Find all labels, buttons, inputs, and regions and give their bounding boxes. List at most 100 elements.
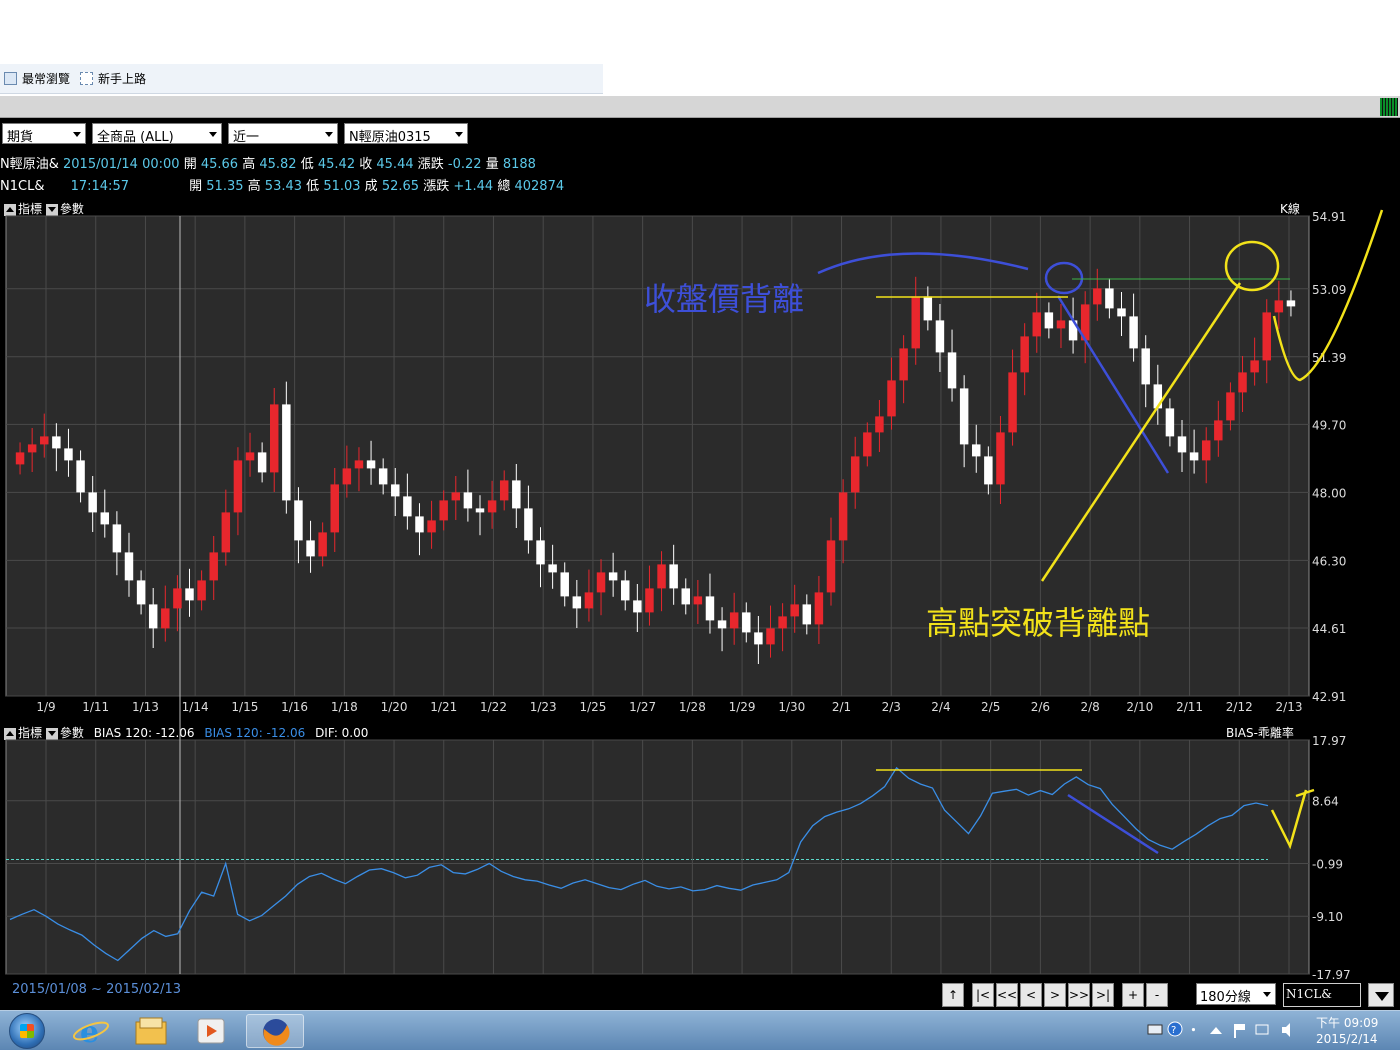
candle-body [112, 524, 122, 553]
tray-icons: ? ∙ [1147, 1021, 1290, 1038]
taskbar-ie[interactable]: e [66, 1014, 116, 1050]
main-ytick-label: 46.30 [1312, 554, 1346, 568]
candle-body [342, 468, 352, 485]
chevron-down-icon [1263, 992, 1271, 997]
candle-body [1056, 320, 1066, 329]
nav-button-7[interactable]: + [1122, 983, 1144, 1007]
internet-explorer-icon: e [72, 1015, 110, 1050]
trading-app: 期貨 全商品 (ALL) 近一 N輕原油0315 N輕原油& 2015/01/1… [0, 118, 1400, 1010]
symbol-input[interactable]: N1CL& [1283, 983, 1361, 1007]
candle-body [257, 452, 267, 473]
svg-text:∙: ∙ [1190, 1023, 1197, 1036]
taskbar-file-explorer[interactable] [126, 1014, 176, 1048]
candle-body [294, 500, 303, 541]
annotation-close-divergence: 收盤價背離 [644, 280, 804, 318]
bookmark-icon [4, 72, 17, 85]
candle-body [1214, 420, 1223, 441]
candle-body [1238, 372, 1247, 393]
main-xtick-label: 1/23 [530, 700, 557, 714]
candle-body [742, 612, 751, 633]
candle-body [657, 564, 666, 589]
start-button[interactable] [4, 1012, 50, 1050]
firefox-icon [263, 1019, 290, 1046]
candle-body [318, 532, 327, 557]
candle-body [415, 516, 424, 533]
main-xtick-label: 1/9 [36, 700, 55, 714]
nav-button-8[interactable]: - [1146, 983, 1168, 1007]
annotation-high-breakout: 高點突破背離點 [926, 604, 1150, 642]
taskbar-media-player[interactable] [186, 1014, 236, 1048]
candle-body [850, 456, 860, 493]
candle-body [536, 540, 545, 565]
nav-button-6[interactable]: >| [1092, 983, 1114, 1007]
candle-body [512, 480, 521, 509]
app-title-strip [0, 96, 1400, 118]
main-ytick-label: 53.09 [1312, 283, 1346, 297]
nav-button-5[interactable]: >> [1068, 983, 1090, 1007]
candle-body [1129, 316, 1138, 349]
candle-body [645, 588, 654, 613]
nav-button-3[interactable]: < [1020, 983, 1042, 1007]
candle-body [1093, 288, 1102, 305]
candle-body [911, 296, 920, 349]
candle-body [633, 600, 642, 613]
period-select[interactable]: 180分線 [1196, 983, 1276, 1005]
candle-body [596, 572, 606, 593]
candle-body [1105, 288, 1114, 309]
candle-body [826, 540, 836, 593]
folder-icon [135, 1017, 167, 1045]
nav-buttons: ↑ |< << < > >> >| + - [942, 983, 1168, 1007]
main-xtick-label: 1/27 [629, 700, 656, 714]
candle-body [766, 628, 775, 645]
main-xtick-label: 1/20 [381, 700, 408, 714]
candle-body [572, 596, 582, 609]
nav-button-1[interactable]: |< [972, 983, 994, 1007]
sub-ytick-label: 17.97 [1312, 734, 1346, 748]
candle-body [1250, 360, 1259, 373]
main-xtick-label: 2/4 [931, 700, 950, 714]
bookmark-most-visited[interactable]: 最常瀏覽 [4, 70, 70, 87]
candle-body [148, 604, 158, 629]
main-xtick-label: 1/25 [579, 700, 606, 714]
candle-body [1226, 392, 1235, 421]
candle-body [754, 632, 763, 645]
candle-body [124, 552, 134, 581]
candle-body [972, 444, 981, 457]
candle-body [984, 456, 993, 485]
candle-body [161, 608, 170, 629]
nav-button-2[interactable]: << [996, 983, 1018, 1007]
nav-button-0[interactable]: ↑ [942, 983, 964, 1007]
candle-body [959, 388, 969, 445]
candle-body [15, 452, 25, 465]
candle-body [923, 296, 933, 321]
main-xtick-label: 2/5 [981, 700, 1000, 714]
main-xtick-label: 2/6 [1031, 700, 1050, 714]
main-xtick-label: 1/21 [430, 700, 457, 714]
svg-text:e: e [80, 1015, 99, 1048]
network-icon [1255, 1024, 1269, 1035]
scroll-down-button[interactable] [1368, 983, 1394, 1007]
candle-body [887, 380, 896, 417]
candle-body [1201, 440, 1211, 461]
sub-ytick-label: -0.99 [1312, 857, 1343, 871]
charts-canvas[interactable]: 54.9153.0951.3949.7048.0046.3044.6142.91… [0, 118, 1400, 1010]
candle-body [100, 512, 110, 525]
candle-body [1189, 452, 1199, 461]
candle-body [790, 604, 799, 617]
candle-body [499, 480, 509, 501]
candle-body [1044, 312, 1054, 329]
bookmark-getting-started[interactable]: 新手上路 [80, 70, 146, 87]
taskbar-firefox[interactable] [246, 1014, 304, 1048]
windows-orb-icon [9, 1013, 45, 1049]
candle-body [1177, 436, 1187, 453]
candle-body [378, 468, 388, 485]
nav-button-4[interactable]: > [1044, 983, 1066, 1007]
candle-body [1141, 348, 1150, 385]
candle-body [560, 572, 569, 597]
candle-body [524, 508, 533, 541]
candle-body [899, 348, 908, 381]
bookmarks-bar: 最常瀏覽 新手上路 [0, 64, 603, 94]
tray-expand-icon [1210, 1027, 1222, 1034]
date-range: 2015/01/08 ~ 2015/02/13 [12, 982, 182, 997]
main-xtick-label: 1/18 [331, 700, 358, 714]
